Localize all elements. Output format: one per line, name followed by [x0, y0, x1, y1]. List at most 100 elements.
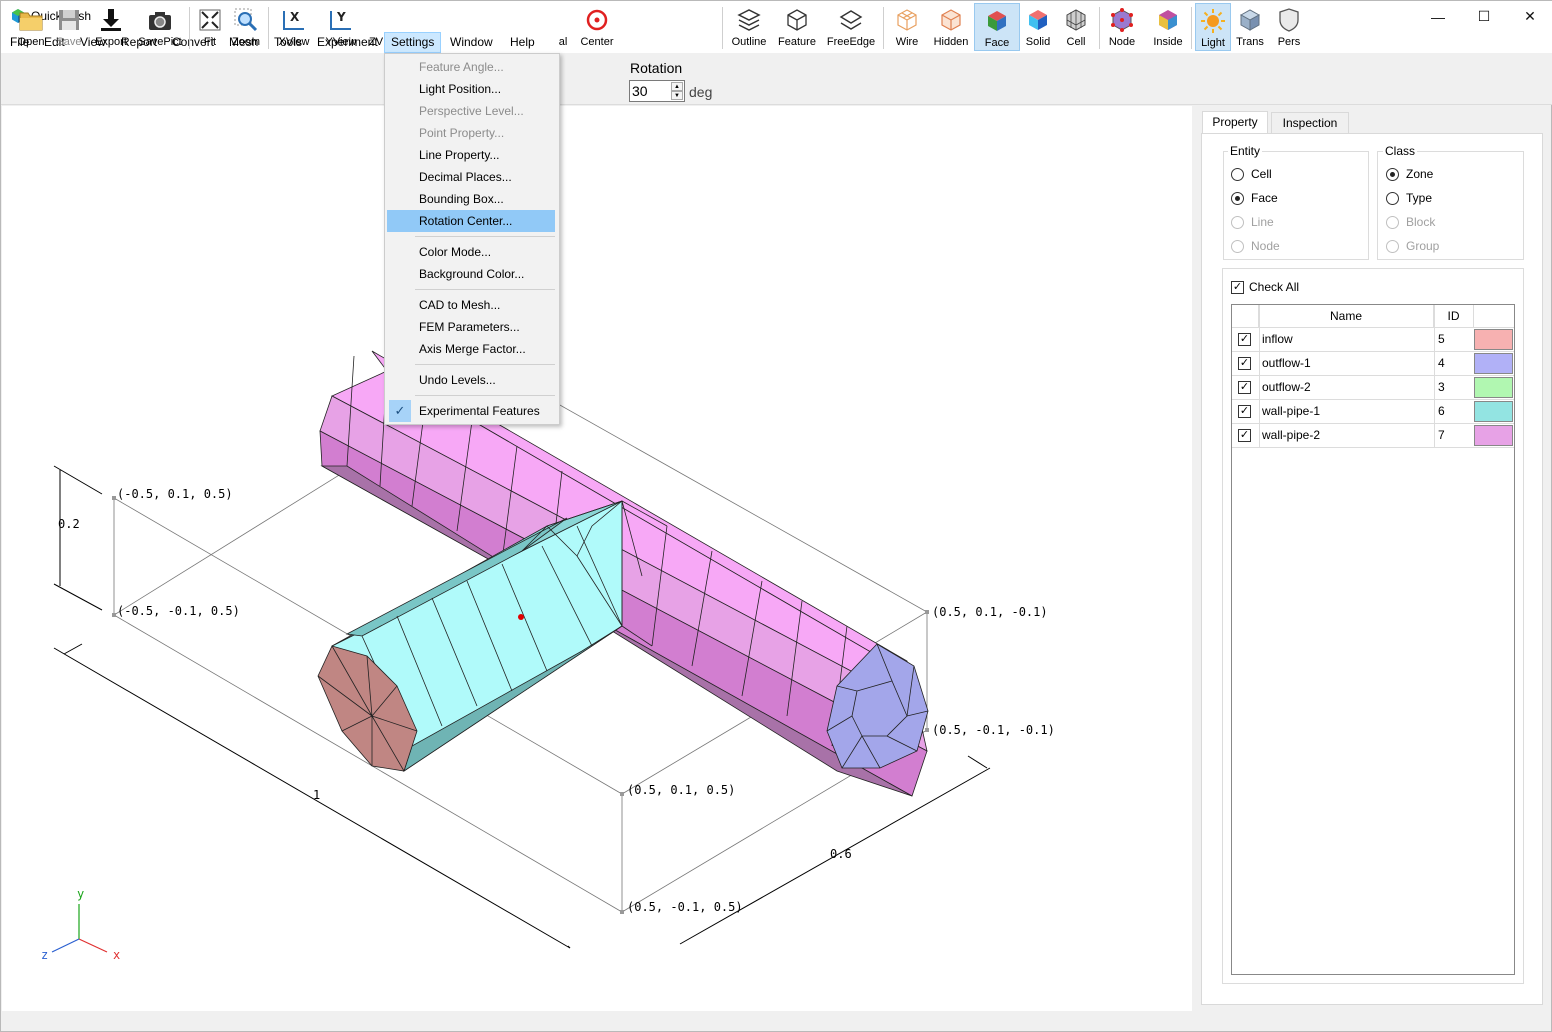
cell-button[interactable]: Cell — [1059, 3, 1093, 51]
node-button[interactable]: Node — [1104, 3, 1140, 51]
entity-face-radio[interactable]: Face — [1231, 189, 1278, 207]
wire-button[interactable]: Wire — [887, 3, 927, 51]
column-divider — [1434, 305, 1435, 448]
open-button[interactable]: Open — [13, 3, 49, 51]
menu-item-undo-levels[interactable]: Undo Levels... — [387, 369, 555, 391]
zview-button[interactable]: ZV — [367, 3, 385, 51]
mesh-canvas[interactable]: (-0.5, 0.1, 0.5) (-0.5, -0.1, 0.5) (0.5,… — [2, 106, 1192, 1011]
save-button[interactable]: Save — [51, 3, 87, 51]
outline-button[interactable]: Outline — [728, 3, 770, 51]
zone-name: inflow — [1262, 332, 1293, 346]
entity-node-radio: Node — [1231, 237, 1280, 255]
sun-icon — [1201, 9, 1225, 33]
rotation-label: Rotation — [630, 60, 683, 76]
menu-help[interactable]: Help — [504, 32, 541, 53]
table-row[interactable]: ✓ wall-pipe-1 6 — [1232, 400, 1514, 424]
row-checkbox[interactable]: ✓ — [1238, 357, 1251, 370]
freeedge-button[interactable]: FreeEdge — [825, 3, 877, 51]
table-row[interactable]: ✓ inflow 5 — [1232, 328, 1514, 352]
row-checkbox[interactable]: ✓ — [1238, 429, 1251, 442]
class-zone-radio[interactable]: Zone — [1386, 165, 1433, 183]
zone-color-swatch[interactable] — [1474, 425, 1513, 446]
transparent-cube-icon — [1239, 9, 1261, 31]
spin-up-icon[interactable]: ▲ — [671, 82, 683, 91]
class-type-radio[interactable]: Type — [1386, 189, 1432, 207]
target-icon — [586, 9, 608, 31]
toolbar-separator — [883, 7, 884, 49]
menu-item-experimental-features[interactable]: Experimental Features — [387, 400, 555, 422]
menu-item-axis-merge-factor[interactable]: Axis Merge Factor... — [387, 338, 555, 360]
entity-group-title: Entity — [1228, 144, 1263, 158]
zone-color-swatch[interactable] — [1474, 401, 1513, 422]
wire-cube-icon — [787, 9, 807, 31]
close-button[interactable]: ✕ — [1507, 1, 1552, 32]
zone-color-swatch[interactable] — [1474, 377, 1513, 398]
entity-cell-radio[interactable]: Cell — [1231, 165, 1272, 183]
colored-face-cube-icon — [988, 11, 1006, 31]
feature-button[interactable]: Feature — [775, 3, 819, 51]
menu-item-background-color[interactable]: Background Color... — [387, 263, 555, 285]
zone-color-swatch[interactable] — [1474, 353, 1513, 374]
rotation-input[interactable] — [632, 83, 668, 99]
menu-item-cad-to-mesh[interactable]: CAD to Mesh... — [387, 294, 555, 316]
yview-button[interactable]: Y YView — [322, 3, 360, 51]
table-row[interactable]: ✓ outflow-1 4 — [1232, 352, 1514, 376]
solid-button[interactable]: Solid — [1021, 3, 1055, 51]
pers-button[interactable]: Pers — [1273, 3, 1305, 51]
zone-id: 6 — [1438, 404, 1445, 418]
class-group-title: Class — [1383, 144, 1418, 158]
check-all-checkbox[interactable]: ✓ — [1231, 281, 1244, 294]
row-checkbox[interactable]: ✓ — [1238, 333, 1251, 346]
svg-text:X: X — [290, 10, 300, 24]
toolbar — [1, 53, 1552, 105]
row-checkbox[interactable]: ✓ — [1238, 381, 1251, 394]
xview-button[interactable]: X XView — [275, 3, 313, 51]
table-row[interactable]: ✓ outflow-2 3 — [1232, 376, 1514, 400]
floppy-disk-icon — [59, 10, 79, 30]
column-header-name[interactable]: Name — [1259, 305, 1434, 328]
menu-item-color-mode[interactable]: Color Mode... — [387, 241, 555, 263]
main-window: QuickMesh — ☐ ✕ File Edit View Report Co… — [0, 0, 1552, 1032]
zoom-button[interactable]: Zoom — [229, 3, 263, 51]
maximize-button[interactable]: ☐ — [1461, 1, 1507, 32]
fit-button[interactable]: Fit — [194, 3, 226, 51]
menu-item-fem-parameters[interactable]: FEM Parameters... — [387, 316, 555, 338]
inside-button[interactable]: Inside — [1149, 3, 1187, 51]
toolbar-separator — [722, 7, 723, 49]
menu-settings[interactable]: Settings — [384, 32, 442, 53]
menu-item-light-position[interactable]: Light Position... — [387, 78, 555, 100]
corner-label-6: (0.5, -0.1, 0.5) — [627, 900, 743, 914]
row-checkbox[interactable]: ✓ — [1238, 405, 1251, 418]
tab-inspection[interactable]: Inspection — [1271, 112, 1349, 134]
hidden-button[interactable]: Hidden — [930, 3, 972, 51]
center-button[interactable]: Center — [577, 3, 617, 51]
savepict-button[interactable]: SavePict — [137, 3, 183, 51]
face-button[interactable]: Face — [974, 3, 1020, 51]
light-button[interactable]: Light — [1195, 3, 1231, 51]
dimension-label-x: 1 — [313, 788, 320, 802]
export-button[interactable]: Export — [91, 3, 131, 51]
rotation-spinbox[interactable]: ▲ ▼ — [629, 80, 685, 102]
menu-item-bounding-box[interactable]: Bounding Box... — [387, 188, 555, 210]
download-arrow-icon — [101, 9, 121, 31]
mesh-viewport[interactable]: (-0.5, 0.1, 0.5) (-0.5, -0.1, 0.5) (0.5,… — [2, 106, 1192, 1011]
column-header-check — [1232, 305, 1259, 328]
axis-x-label: x — [113, 948, 120, 962]
column-header-id[interactable]: ID — [1434, 305, 1474, 328]
menu-item-line-property[interactable]: Line Property... — [387, 144, 555, 166]
dimension-label-y: 0.2 — [58, 517, 80, 531]
spin-down-icon[interactable]: ▼ — [671, 91, 683, 100]
zone-color-swatch[interactable] — [1474, 329, 1513, 350]
node-points-icon — [1111, 8, 1133, 32]
free-edge-icon — [839, 10, 863, 30]
minimize-button[interactable]: — — [1415, 1, 1461, 32]
table-row[interactable]: ✓ wall-pipe-2 7 — [1232, 424, 1514, 448]
zone-name: outflow-1 — [1262, 356, 1311, 370]
normal-button[interactable]: al — [553, 3, 573, 51]
camera-icon — [149, 12, 171, 30]
tab-property[interactable]: Property — [1202, 111, 1268, 134]
trans-button[interactable]: Trans — [1233, 3, 1267, 51]
menu-item-decimal-places[interactable]: Decimal Places... — [387, 166, 555, 188]
menu-window[interactable]: Window — [444, 32, 499, 53]
menu-item-rotation-center[interactable]: Rotation Center... — [387, 210, 555, 232]
